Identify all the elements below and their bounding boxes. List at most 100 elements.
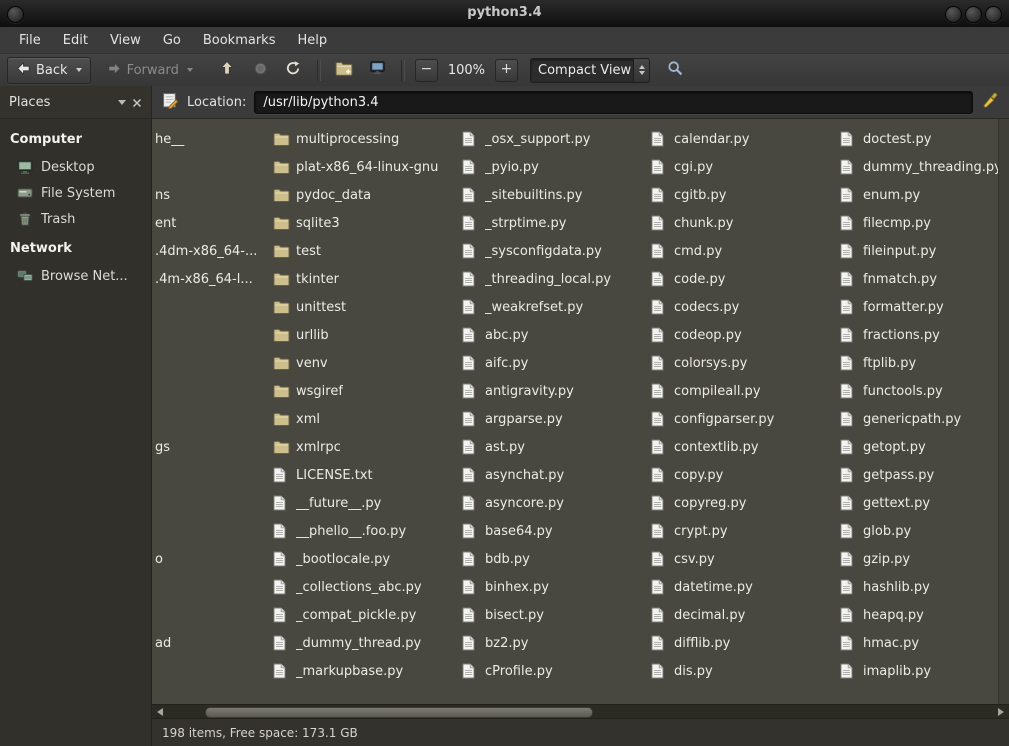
new-folder-button[interactable] bbox=[331, 57, 358, 83]
file-item[interactable]: chunk.py bbox=[651, 209, 837, 237]
file-item[interactable]: _strptime.py bbox=[462, 209, 648, 237]
file-item[interactable]: codecs.py bbox=[651, 293, 837, 321]
file-item[interactable]: __phello__.foo.py bbox=[273, 517, 459, 545]
file-item[interactable]: dis.py bbox=[651, 657, 837, 685]
file-item[interactable]: base64.py bbox=[462, 517, 648, 545]
file-item-partial[interactable]: ent bbox=[155, 209, 176, 237]
file-item[interactable]: plat-x86_64-linux-gnu bbox=[273, 153, 459, 181]
file-item[interactable]: glob.py bbox=[840, 517, 999, 545]
file-item[interactable]: bz2.py bbox=[462, 629, 648, 657]
places-dropdown-icon[interactable] bbox=[118, 100, 126, 105]
file-item-partial[interactable]: .4dm-x86_64-... bbox=[155, 237, 257, 265]
sidebar-item-browse-net[interactable]: Browse Net... bbox=[0, 263, 151, 289]
view-mode-spinner[interactable] bbox=[633, 59, 649, 82]
file-item[interactable]: heapq.py bbox=[840, 601, 999, 629]
file-item[interactable]: filecmp.py bbox=[840, 209, 999, 237]
file-item[interactable]: hashlib.py bbox=[840, 573, 999, 601]
file-item[interactable]: code.py bbox=[651, 265, 837, 293]
file-item[interactable]: calendar.py bbox=[651, 125, 837, 153]
stop-button[interactable] bbox=[247, 57, 274, 83]
file-item[interactable]: binhex.py bbox=[462, 573, 648, 601]
file-item[interactable]: aifc.py bbox=[462, 349, 648, 377]
file-item[interactable]: formatter.py bbox=[840, 293, 999, 321]
scroll-right-icon[interactable] bbox=[998, 708, 1004, 716]
file-item[interactable]: csv.py bbox=[651, 545, 837, 573]
file-item[interactable]: _compat_pickle.py bbox=[273, 601, 459, 629]
view-mode-select[interactable]: Compact View bbox=[530, 58, 650, 83]
file-item[interactable]: wsgiref bbox=[273, 377, 459, 405]
file-item-partial[interactable]: o bbox=[155, 545, 163, 573]
file-item[interactable]: getopt.py bbox=[840, 433, 999, 461]
file-item[interactable]: argparse.py bbox=[462, 405, 648, 433]
file-item[interactable]: enum.py bbox=[840, 181, 999, 209]
minimize-button[interactable] bbox=[945, 6, 962, 23]
file-item[interactable]: functools.py bbox=[840, 377, 999, 405]
file-item-partial[interactable]: ad bbox=[155, 629, 171, 657]
file-item[interactable]: tkinter bbox=[273, 265, 459, 293]
vertical-scrollbar[interactable] bbox=[998, 119, 1009, 705]
file-item[interactable]: decimal.py bbox=[651, 601, 837, 629]
up-button[interactable] bbox=[214, 57, 241, 83]
file-item[interactable]: pydoc_data bbox=[273, 181, 459, 209]
file-item[interactable]: sqlite3 bbox=[273, 209, 459, 237]
file-item[interactable]: xml bbox=[273, 405, 459, 433]
scrollbar-thumb[interactable] bbox=[205, 707, 593, 718]
file-item[interactable]: gzip.py bbox=[840, 545, 999, 573]
file-item[interactable]: hmac.py bbox=[840, 629, 999, 657]
file-item[interactable]: imaplib.py bbox=[840, 657, 999, 685]
file-item[interactable]: _dummy_thread.py bbox=[273, 629, 459, 657]
forward-button[interactable]: Forward bbox=[99, 58, 201, 83]
sidebar-item-file-system[interactable]: File System bbox=[0, 180, 151, 206]
menu-item-view[interactable]: View bbox=[99, 29, 152, 52]
menu-item-help[interactable]: Help bbox=[286, 29, 338, 52]
file-item[interactable]: compileall.py bbox=[651, 377, 837, 405]
file-item[interactable]: difflib.py bbox=[651, 629, 837, 657]
file-item[interactable]: getpass.py bbox=[840, 461, 999, 489]
scroll-left-icon[interactable] bbox=[157, 708, 163, 716]
zoom-in-button[interactable]: + bbox=[495, 59, 518, 82]
file-item[interactable]: contextlib.py bbox=[651, 433, 837, 461]
file-item[interactable]: _sysconfigdata.py bbox=[462, 237, 648, 265]
places-panel-header[interactable]: Places bbox=[0, 86, 152, 118]
file-item[interactable]: colorsys.py bbox=[651, 349, 837, 377]
file-item[interactable]: ast.py bbox=[462, 433, 648, 461]
file-item[interactable]: venv bbox=[273, 349, 459, 377]
file-item[interactable]: _pyio.py bbox=[462, 153, 648, 181]
places-close-icon[interactable] bbox=[132, 93, 142, 112]
file-item[interactable]: datetime.py bbox=[651, 573, 837, 601]
file-item[interactable]: test bbox=[273, 237, 459, 265]
maximize-button[interactable] bbox=[965, 6, 982, 23]
file-item[interactable]: _threading_local.py bbox=[462, 265, 648, 293]
file-item[interactable]: multiprocessing bbox=[273, 125, 459, 153]
refresh-button[interactable] bbox=[280, 57, 307, 83]
file-item[interactable]: crypt.py bbox=[651, 517, 837, 545]
file-item[interactable]: cmd.py bbox=[651, 237, 837, 265]
search-button[interactable] bbox=[662, 57, 689, 83]
horizontal-scrollbar[interactable] bbox=[152, 704, 1009, 719]
file-item[interactable]: dummy_threading.py bbox=[840, 153, 999, 181]
file-item[interactable]: cgi.py bbox=[651, 153, 837, 181]
file-item[interactable]: ftplib.py bbox=[840, 349, 999, 377]
file-item[interactable]: fractions.py bbox=[840, 321, 999, 349]
file-item[interactable]: asyncore.py bbox=[462, 489, 648, 517]
menu-item-file[interactable]: File bbox=[8, 29, 52, 52]
menu-item-bookmarks[interactable]: Bookmarks bbox=[192, 29, 287, 52]
file-item[interactable]: configparser.py bbox=[651, 405, 837, 433]
file-item[interactable]: _collections_abc.py bbox=[273, 573, 459, 601]
file-pane[interactable]: he__nsent.4dm-x86_64-....4m-x86_64-l...g… bbox=[152, 119, 1009, 746]
file-item[interactable]: _sitebuiltins.py bbox=[462, 181, 648, 209]
location-input[interactable] bbox=[254, 91, 973, 114]
file-item[interactable]: copyreg.py bbox=[651, 489, 837, 517]
file-item[interactable]: _bootlocale.py bbox=[273, 545, 459, 573]
file-item[interactable]: doctest.py bbox=[840, 125, 999, 153]
menu-item-go[interactable]: Go bbox=[152, 29, 192, 52]
close-button[interactable] bbox=[985, 6, 1002, 23]
file-item[interactable]: __future__.py bbox=[273, 489, 459, 517]
file-item[interactable]: xmlrpc bbox=[273, 433, 459, 461]
file-item[interactable]: urllib bbox=[273, 321, 459, 349]
file-item[interactable]: _weakrefset.py bbox=[462, 293, 648, 321]
back-button[interactable]: Back bbox=[7, 57, 91, 84]
file-item[interactable]: fnmatch.py bbox=[840, 265, 999, 293]
file-item-partial[interactable]: .4m-x86_64-l... bbox=[155, 265, 253, 293]
file-item[interactable]: genericpath.py bbox=[840, 405, 999, 433]
